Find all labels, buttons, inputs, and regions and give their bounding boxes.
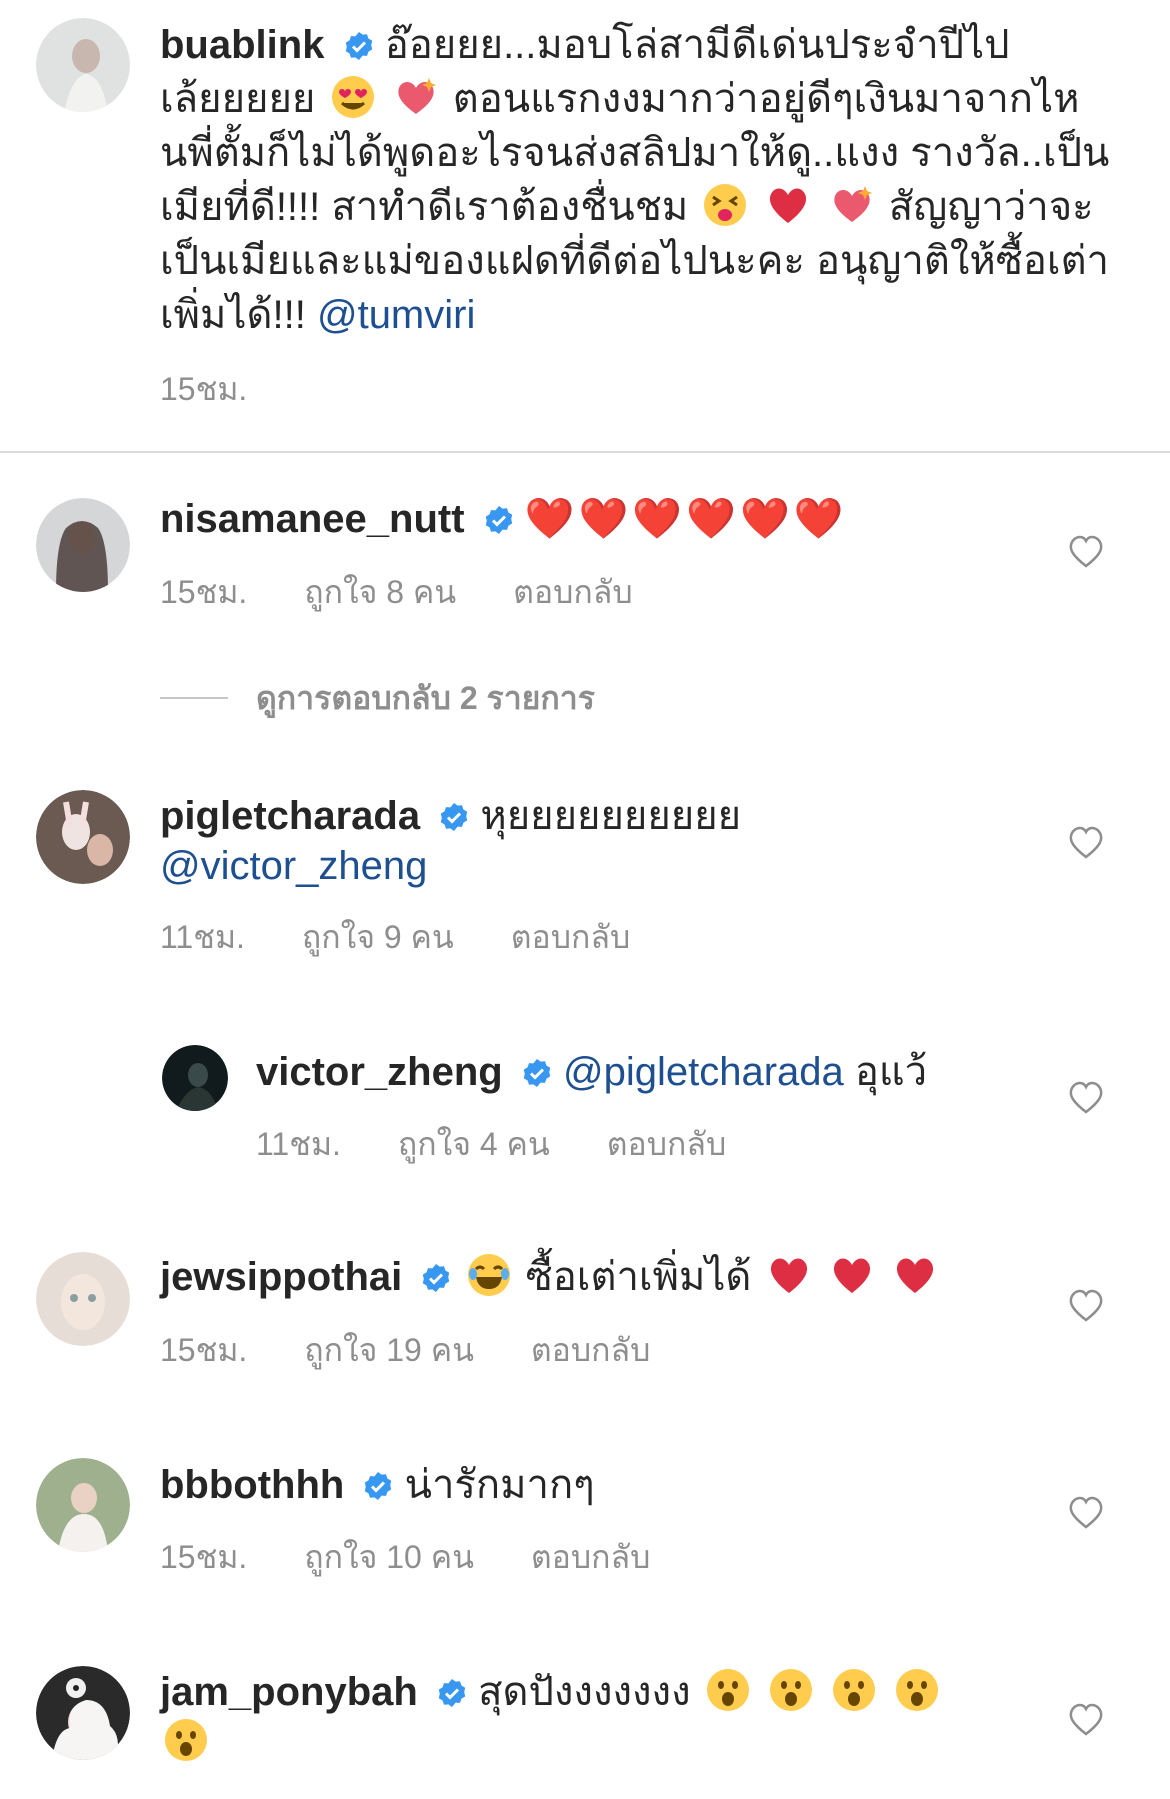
- comment-row: pigletcharada หุยยยยยยยยยย: [160, 789, 741, 843]
- comment-username[interactable]: jewsippothai: [160, 1255, 402, 1299]
- comment-username[interactable]: jam_ponybah: [160, 1670, 418, 1714]
- divider: [0, 451, 1170, 453]
- reply-button[interactable]: ตอบกลับ: [607, 1126, 727, 1162]
- avatar[interactable]: [36, 18, 130, 112]
- avatar[interactable]: [36, 1666, 130, 1760]
- red-heart-emoji-icon: [892, 1252, 938, 1298]
- tongue-emoji-icon: [702, 182, 748, 228]
- avatar[interactable]: [162, 1045, 228, 1111]
- reply-button[interactable]: ตอบกลับ: [531, 1539, 651, 1575]
- verified-badge-icon: [423, 1264, 450, 1292]
- reply-button[interactable]: ตอบกลับ: [511, 919, 631, 955]
- mention-link[interactable]: @pigletcharada: [563, 1050, 844, 1094]
- caption-username[interactable]: buablink: [160, 23, 324, 67]
- heart-outline-icon[interactable]: [1068, 826, 1104, 860]
- reply-row: victor_zheng @pigletcharada อุแว้: [256, 1045, 927, 1099]
- comment-time: 15ชม.: [160, 574, 248, 610]
- heart-outline-icon[interactable]: [1068, 1289, 1104, 1323]
- hushed-emoji-icon: [768, 1667, 814, 1713]
- comment-text: น่ารักมากๆ: [404, 1463, 595, 1507]
- verified-badge-icon: [441, 803, 468, 831]
- hushed-emoji-icon: [894, 1667, 940, 1713]
- comment-meta: 11ชม. ถูกใจ 9 คน ตอบกลับ: [160, 917, 678, 957]
- heart-outline-icon[interactable]: [1068, 1081, 1104, 1115]
- comment-username[interactable]: nisamanee_nutt: [160, 497, 465, 541]
- likes-count[interactable]: ถูกใจ 4 คน: [398, 1126, 550, 1162]
- hushed-emoji-icon: [705, 1667, 751, 1713]
- red-heart-emoji-icon: [765, 182, 811, 228]
- verified-badge-icon: [438, 1679, 466, 1707]
- mention-link[interactable]: @victor_zheng: [160, 839, 427, 893]
- verified-badge-icon: [485, 506, 512, 534]
- avatar[interactable]: [36, 790, 130, 884]
- replies-line: [160, 697, 228, 699]
- comment-text: ❤️❤️❤️❤️❤️❤️: [524, 497, 848, 541]
- heart-outline-icon[interactable]: [1068, 1703, 1104, 1737]
- comment-text: หุยยยยยยยยยย: [480, 794, 742, 838]
- comment-username[interactable]: bbbothhh: [160, 1463, 344, 1507]
- sparkling-heart-emoji-icon: [393, 74, 439, 120]
- verified-badge-icon: [523, 1059, 551, 1087]
- comment-text: สุดปังงงงงงง: [478, 1670, 691, 1714]
- comment-meta: 11ชม. ถูกใจ 4 คน ตอบกลับ: [256, 1124, 774, 1164]
- heart-outline-icon[interactable]: [1068, 1496, 1104, 1530]
- hushed-emoji-icon: [163, 1717, 209, 1763]
- sparkling-heart-emoji-icon: [829, 182, 875, 228]
- verified-badge-icon: [345, 32, 372, 60]
- comment-meta: 15ชม. ถูกใจ 10 คน ตอบกลับ: [160, 1537, 698, 1577]
- red-heart-emoji-icon: [829, 1252, 875, 1298]
- likes-count[interactable]: ถูกใจ 10 คน: [304, 1539, 474, 1575]
- avatar[interactable]: [36, 1252, 130, 1346]
- comment-time: 15ชม.: [160, 1332, 248, 1368]
- heart-eyes-emoji-icon: [330, 74, 376, 120]
- comment-meta: 15ชม. ถูกใจ 19 คน ตอบกลับ: [160, 1330, 698, 1370]
- comment-time: 15ชม.: [160, 1539, 248, 1575]
- likes-count[interactable]: ถูกใจ 8 คน: [304, 574, 456, 610]
- comment-time: 11ชม.: [160, 919, 245, 955]
- comment-row: nisamanee_nutt ❤️❤️❤️❤️❤️❤️: [160, 492, 848, 546]
- heart-outline-icon[interactable]: [1068, 535, 1104, 569]
- comment-row: jewsippothai ซื้อเต่าเพิ่มได้: [160, 1250, 941, 1304]
- verified-badge-icon: [365, 1472, 392, 1500]
- comment-text-continued: [160, 1717, 212, 1763]
- comment-row: jam_ponybah สุดปังงงงงงง: [160, 1665, 943, 1719]
- caption-time: 15ชม.: [160, 371, 248, 407]
- reply-button[interactable]: ตอบกลับ: [513, 574, 633, 610]
- comment-username[interactable]: pigletcharada: [160, 794, 420, 838]
- laughing-emoji-icon: [466, 1252, 512, 1298]
- comment-time: 11ชม.: [256, 1126, 341, 1162]
- comment-text: อุแว้: [854, 1050, 928, 1094]
- caption-body: buablink อ๊อยยย...มอบโล่สามีดีเด่นประจำป…: [160, 18, 1120, 415]
- comment-meta: 15ชม. ถูกใจ 8 คน ตอบกลับ: [160, 572, 681, 612]
- comment-text: ซื้อเต่าเพิ่มได้: [525, 1255, 752, 1299]
- comment-username[interactable]: victor_zheng: [256, 1050, 503, 1094]
- hushed-emoji-icon: [831, 1667, 877, 1713]
- avatar[interactable]: [36, 1458, 130, 1552]
- comment-row: bbbothhh น่ารักมากๆ: [160, 1458, 595, 1512]
- avatar[interactable]: [36, 498, 130, 592]
- caption-text: buablink อ๊อยยย...มอบโล่สามีดีเด่นประจำป…: [160, 18, 1120, 342]
- reply-button[interactable]: ตอบกลับ: [531, 1332, 651, 1368]
- likes-count[interactable]: ถูกใจ 9 คน: [302, 919, 454, 955]
- likes-count[interactable]: ถูกใจ 19 คน: [304, 1332, 474, 1368]
- mention-link[interactable]: @tumviri: [317, 293, 475, 337]
- view-replies-button[interactable]: ดูการตอบกลับ 2 รายการ: [256, 678, 595, 718]
- red-heart-emoji-icon: [766, 1252, 812, 1298]
